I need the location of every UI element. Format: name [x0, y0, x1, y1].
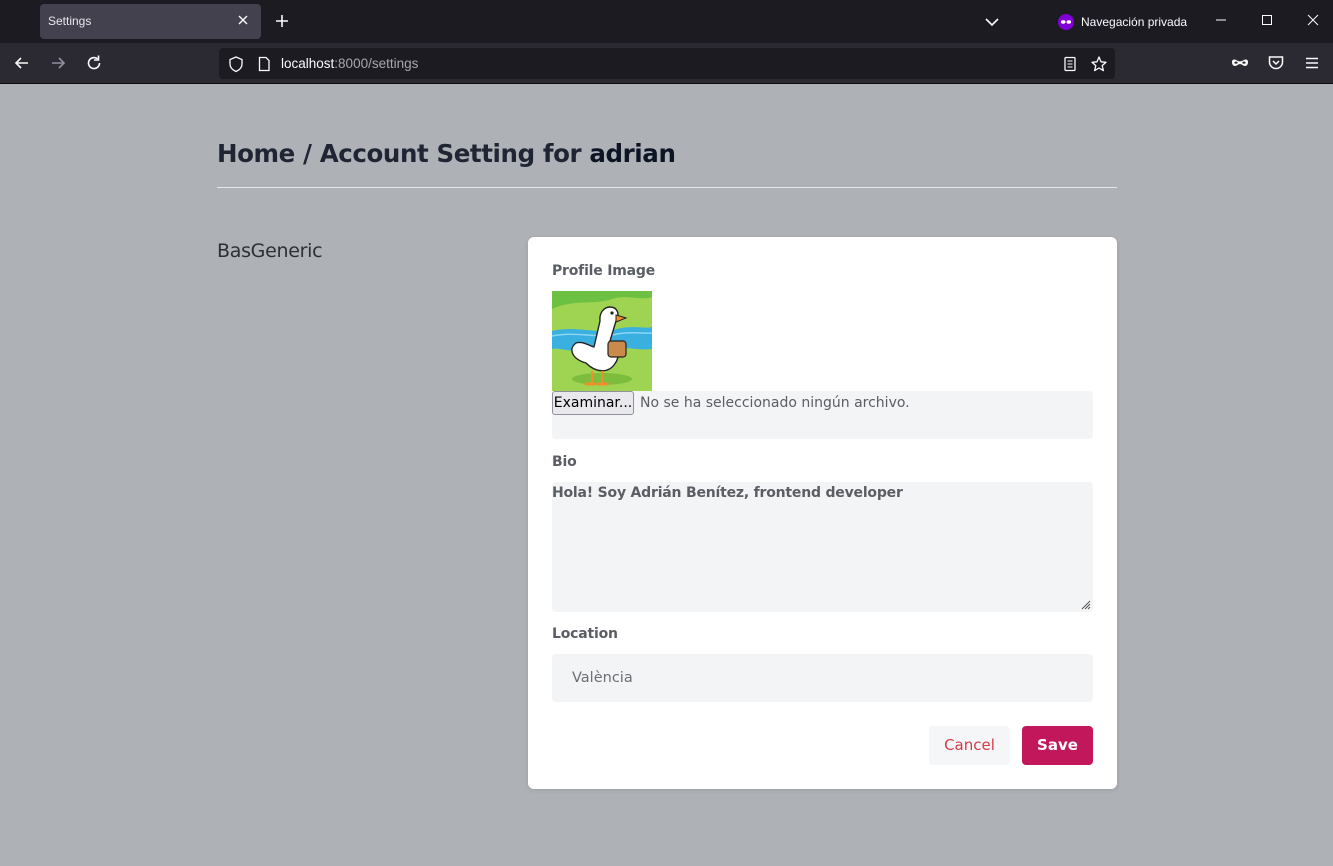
location-label: Location: [552, 626, 618, 642]
private-browsing-label: Navegación privada: [1081, 15, 1188, 29]
username: adrian: [589, 139, 676, 168]
reader-view-icon[interactable]: [1061, 55, 1079, 73]
settings-form-card: Profile Image Examinar... No se ha selec…: [528, 237, 1117, 789]
goose-illustration: [552, 291, 652, 391]
profile-image: [552, 291, 652, 391]
minimize-icon[interactable]: [1213, 12, 1229, 28]
maximize-icon[interactable]: [1259, 12, 1275, 28]
location-text: València: [572, 670, 633, 686]
bio-text: Hola! Soy Adrián Benítez, frontend devel…: [552, 485, 903, 501]
bookmark-star-icon[interactable]: [1090, 55, 1108, 73]
hamburger-menu-icon[interactable]: [1302, 53, 1322, 73]
back-arrow-icon[interactable]: [12, 53, 32, 73]
forward-arrow-icon[interactable]: [48, 53, 68, 73]
pocket-icon[interactable]: [1266, 53, 1286, 73]
browser-tabbar: Settings Navegación privada: [0, 0, 1333, 43]
window-close-icon[interactable]: [1305, 12, 1321, 28]
bio-label: Bio: [552, 454, 577, 470]
bio-textarea[interactable]: Hola! Soy Adrián Benítez, frontend devel…: [552, 482, 1093, 612]
shield-icon[interactable]: [227, 55, 245, 73]
browser-navbar: localhost:8000/settings: [0, 43, 1333, 84]
url-text: localhost:8000/settings: [281, 56, 418, 71]
divider: [217, 187, 1117, 188]
resize-handle-icon[interactable]: [1079, 598, 1091, 610]
chevron-down-icon[interactable]: [982, 12, 1002, 32]
save-button[interactable]: Save: [1022, 726, 1093, 765]
browse-file-button[interactable]: Examinar...: [552, 391, 634, 415]
close-icon[interactable]: [233, 10, 253, 30]
reload-icon[interactable]: [84, 53, 104, 73]
sidebar-label: BasGeneric: [217, 240, 323, 262]
location-input[interactable]: València: [552, 654, 1093, 702]
cancel-button[interactable]: Cancel: [929, 726, 1010, 765]
plus-icon[interactable]: [272, 11, 292, 31]
private-mask-toolbar-icon[interactable]: [1230, 53, 1250, 73]
breadcrumb: Home / Account Setting for: [217, 139, 590, 168]
tab-title: Settings: [48, 14, 92, 28]
file-input-field: Examinar... No se ha seleccionado ningún…: [552, 391, 1093, 439]
url-bar[interactable]: localhost:8000/settings: [219, 48, 1115, 79]
page-title: Home / Account Setting for adrian: [217, 139, 676, 168]
file-status-text: No se ha seleccionado ningún archivo.: [640, 395, 910, 411]
private-browsing-indicator: Navegación privada: [1058, 12, 1187, 32]
page-info-icon[interactable]: [255, 55, 273, 73]
profile-image-label: Profile Image: [552, 263, 656, 279]
url-host: localhost: [281, 56, 335, 71]
browser-tab[interactable]: Settings: [40, 4, 261, 39]
private-mask-icon: [1058, 14, 1074, 30]
url-path: :8000/settings: [334, 56, 419, 71]
